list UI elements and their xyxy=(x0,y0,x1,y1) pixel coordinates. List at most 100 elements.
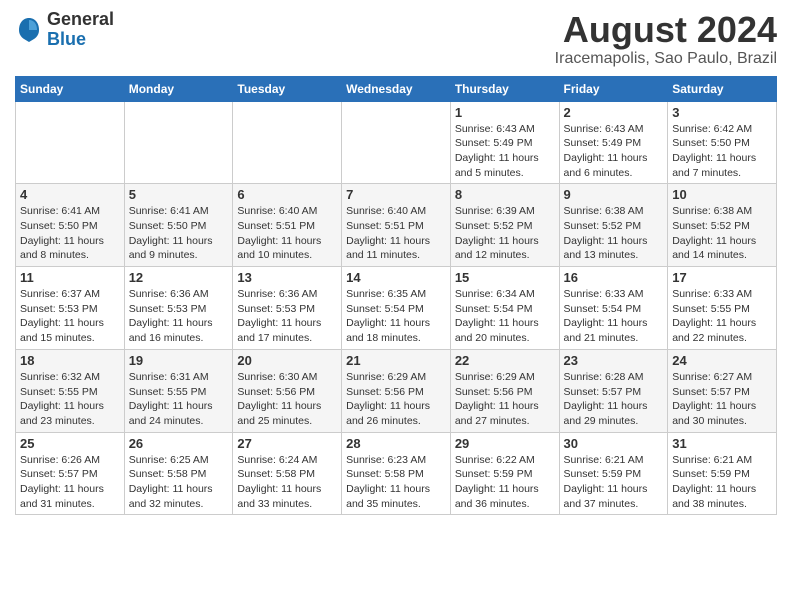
weekday-header-row: SundayMondayTuesdayWednesdayThursdayFrid… xyxy=(16,76,777,101)
calendar-week-3: 11Sunrise: 6:37 AM Sunset: 5:53 PM Dayli… xyxy=(16,267,777,350)
day-number: 5 xyxy=(129,187,229,202)
day-number: 26 xyxy=(129,436,229,451)
day-number: 24 xyxy=(672,353,772,368)
location: Iracemapolis, Sao Paulo, Brazil xyxy=(555,50,777,68)
day-number: 21 xyxy=(346,353,446,368)
calendar-cell: 11Sunrise: 6:37 AM Sunset: 5:53 PM Dayli… xyxy=(16,267,125,350)
calendar-week-2: 4 Sunrise: 6:41 AM Sunset: 5:50 PM Daylig… xyxy=(16,184,777,267)
day-info: Sunrise: 6:22 AM Sunset: 5:59 PM Dayligh… xyxy=(455,453,555,512)
calendar-cell xyxy=(233,101,342,184)
day-info: Sunrise: 6:34 AM Sunset: 5:54 PM Dayligh… xyxy=(455,287,555,346)
month-title: August 2024 xyxy=(555,10,777,50)
day-info: Sunrise: 6:31 AM Sunset: 5:55 PM Dayligh… xyxy=(129,370,229,429)
day-number: 30 xyxy=(564,436,664,451)
calendar-cell: 13Sunrise: 6:36 AM Sunset: 5:53 PM Dayli… xyxy=(233,267,342,350)
weekday-header-saturday: Saturday xyxy=(668,76,777,101)
day-number: 19 xyxy=(129,353,229,368)
logo-icon xyxy=(15,16,43,44)
calendar-cell: 27Sunrise: 6:24 AM Sunset: 5:58 PM Dayli… xyxy=(233,432,342,515)
page-header: General Blue August 2024 Iracemapolis, S… xyxy=(15,10,777,68)
day-info: Sunrise: 6:35 AM Sunset: 5:54 PM Dayligh… xyxy=(346,287,446,346)
calendar-header: SundayMondayTuesdayWednesdayThursdayFrid… xyxy=(16,76,777,101)
day-info: Sunrise: 6:36 AM Sunset: 5:53 PM Dayligh… xyxy=(129,287,229,346)
day-info: Sunrise: 6:39 AM Sunset: 5:52 PM Dayligh… xyxy=(455,204,555,263)
calendar-cell: 31 Sunrise: 6:21 AM Sunset: 5:59 PM Dayli… xyxy=(668,432,777,515)
day-number: 25 xyxy=(20,436,120,451)
weekday-header-thursday: Thursday xyxy=(450,76,559,101)
logo: General Blue xyxy=(15,10,114,50)
calendar-cell: 4 Sunrise: 6:41 AM Sunset: 5:50 PM Daylig… xyxy=(16,184,125,267)
day-info: Sunrise: 6:27 AM Sunset: 5:57 PM Dayligh… xyxy=(672,370,772,429)
day-number: 28 xyxy=(346,436,446,451)
day-info: Sunrise: 6:33 AM Sunset: 5:55 PM Dayligh… xyxy=(672,287,772,346)
day-number: 13 xyxy=(237,270,337,285)
day-number: 29 xyxy=(455,436,555,451)
weekday-header-tuesday: Tuesday xyxy=(233,76,342,101)
day-number: 9 xyxy=(564,187,664,202)
weekday-header-friday: Friday xyxy=(559,76,668,101)
day-info: Sunrise: 6:23 AM Sunset: 5:58 PM Dayligh… xyxy=(346,453,446,512)
calendar-cell: 17 Sunrise: 6:33 AM Sunset: 5:55 PM Dayli… xyxy=(668,267,777,350)
calendar-cell: 23 Sunrise: 6:28 AM Sunset: 5:57 PM Dayli… xyxy=(559,349,668,432)
title-block: August 2024 Iracemapolis, Sao Paulo, Bra… xyxy=(555,10,777,68)
day-number: 3 xyxy=(672,105,772,120)
calendar-cell: 29 Sunrise: 6:22 AM Sunset: 5:59 PM Dayli… xyxy=(450,432,559,515)
day-number: 17 xyxy=(672,270,772,285)
calendar-cell xyxy=(342,101,451,184)
day-number: 2 xyxy=(564,105,664,120)
day-number: 8 xyxy=(455,187,555,202)
calendar-cell: 6 Sunrise: 6:40 AM Sunset: 5:51 PM Daylig… xyxy=(233,184,342,267)
calendar-cell: 18 Sunrise: 6:32 AM Sunset: 5:55 PM Dayli… xyxy=(16,349,125,432)
calendar-cell: 26Sunrise: 6:25 AM Sunset: 5:58 PM Dayli… xyxy=(124,432,233,515)
day-info: Sunrise: 6:41 AM Sunset: 5:50 PM Dayligh… xyxy=(129,204,229,263)
weekday-header-monday: Monday xyxy=(124,76,233,101)
day-info: Sunrise: 6:38 AM Sunset: 5:52 PM Dayligh… xyxy=(672,204,772,263)
day-info: Sunrise: 6:38 AM Sunset: 5:52 PM Dayligh… xyxy=(564,204,664,263)
calendar-cell xyxy=(124,101,233,184)
calendar-week-5: 25 Sunrise: 6:26 AM Sunset: 5:57 PM Dayli… xyxy=(16,432,777,515)
weekday-header-sunday: Sunday xyxy=(16,76,125,101)
day-number: 16 xyxy=(564,270,664,285)
calendar-cell: 20Sunrise: 6:30 AM Sunset: 5:56 PM Dayli… xyxy=(233,349,342,432)
day-number: 11 xyxy=(20,270,120,285)
day-number: 7 xyxy=(346,187,446,202)
calendar-cell: 30 Sunrise: 6:21 AM Sunset: 5:59 PM Dayli… xyxy=(559,432,668,515)
day-info: Sunrise: 6:43 AM Sunset: 5:49 PM Dayligh… xyxy=(564,122,664,181)
calendar-cell xyxy=(16,101,125,184)
day-number: 14 xyxy=(346,270,446,285)
day-number: 4 xyxy=(20,187,120,202)
day-info: Sunrise: 6:21 AM Sunset: 5:59 PM Dayligh… xyxy=(564,453,664,512)
calendar-cell: 28 Sunrise: 6:23 AM Sunset: 5:58 PM Dayli… xyxy=(342,432,451,515)
calendar-cell: 12Sunrise: 6:36 AM Sunset: 5:53 PM Dayli… xyxy=(124,267,233,350)
calendar-cell: 24 Sunrise: 6:27 AM Sunset: 5:57 PM Dayli… xyxy=(668,349,777,432)
day-number: 18 xyxy=(20,353,120,368)
weekday-header-wednesday: Wednesday xyxy=(342,76,451,101)
day-info: Sunrise: 6:30 AM Sunset: 5:56 PM Dayligh… xyxy=(237,370,337,429)
day-number: 22 xyxy=(455,353,555,368)
calendar-cell: 8 Sunrise: 6:39 AM Sunset: 5:52 PM Daylig… xyxy=(450,184,559,267)
day-info: Sunrise: 6:32 AM Sunset: 5:55 PM Dayligh… xyxy=(20,370,120,429)
day-info: Sunrise: 6:41 AM Sunset: 5:50 PM Dayligh… xyxy=(20,204,120,263)
day-number: 31 xyxy=(672,436,772,451)
day-number: 10 xyxy=(672,187,772,202)
calendar-cell: 21Sunrise: 6:29 AM Sunset: 5:56 PM Dayli… xyxy=(342,349,451,432)
calendar-cell: 19 Sunrise: 6:31 AM Sunset: 5:55 PM Dayli… xyxy=(124,349,233,432)
calendar-cell: 15 Sunrise: 6:34 AM Sunset: 5:54 PM Dayli… xyxy=(450,267,559,350)
calendar-cell: 10 Sunrise: 6:38 AM Sunset: 5:52 PM Dayli… xyxy=(668,184,777,267)
calendar-cell: 5 Sunrise: 6:41 AM Sunset: 5:50 PM Daylig… xyxy=(124,184,233,267)
day-number: 6 xyxy=(237,187,337,202)
calendar-week-1: 1Sunrise: 6:43 AM Sunset: 5:49 PM Daylig… xyxy=(16,101,777,184)
calendar-week-4: 18 Sunrise: 6:32 AM Sunset: 5:55 PM Dayli… xyxy=(16,349,777,432)
day-info: Sunrise: 6:40 AM Sunset: 5:51 PM Dayligh… xyxy=(237,204,337,263)
day-info: Sunrise: 6:28 AM Sunset: 5:57 PM Dayligh… xyxy=(564,370,664,429)
day-info: Sunrise: 6:26 AM Sunset: 5:57 PM Dayligh… xyxy=(20,453,120,512)
day-info: Sunrise: 6:21 AM Sunset: 5:59 PM Dayligh… xyxy=(672,453,772,512)
calendar-cell: 9 Sunrise: 6:38 AM Sunset: 5:52 PM Daylig… xyxy=(559,184,668,267)
day-number: 23 xyxy=(564,353,664,368)
day-number: 15 xyxy=(455,270,555,285)
calendar-cell: 3Sunrise: 6:42 AM Sunset: 5:50 PM Daylig… xyxy=(668,101,777,184)
calendar-cell: 25 Sunrise: 6:26 AM Sunset: 5:57 PM Dayli… xyxy=(16,432,125,515)
logo-text: General Blue xyxy=(47,10,114,50)
calendar-cell: 22Sunrise: 6:29 AM Sunset: 5:56 PM Dayli… xyxy=(450,349,559,432)
day-info: Sunrise: 6:40 AM Sunset: 5:51 PM Dayligh… xyxy=(346,204,446,263)
